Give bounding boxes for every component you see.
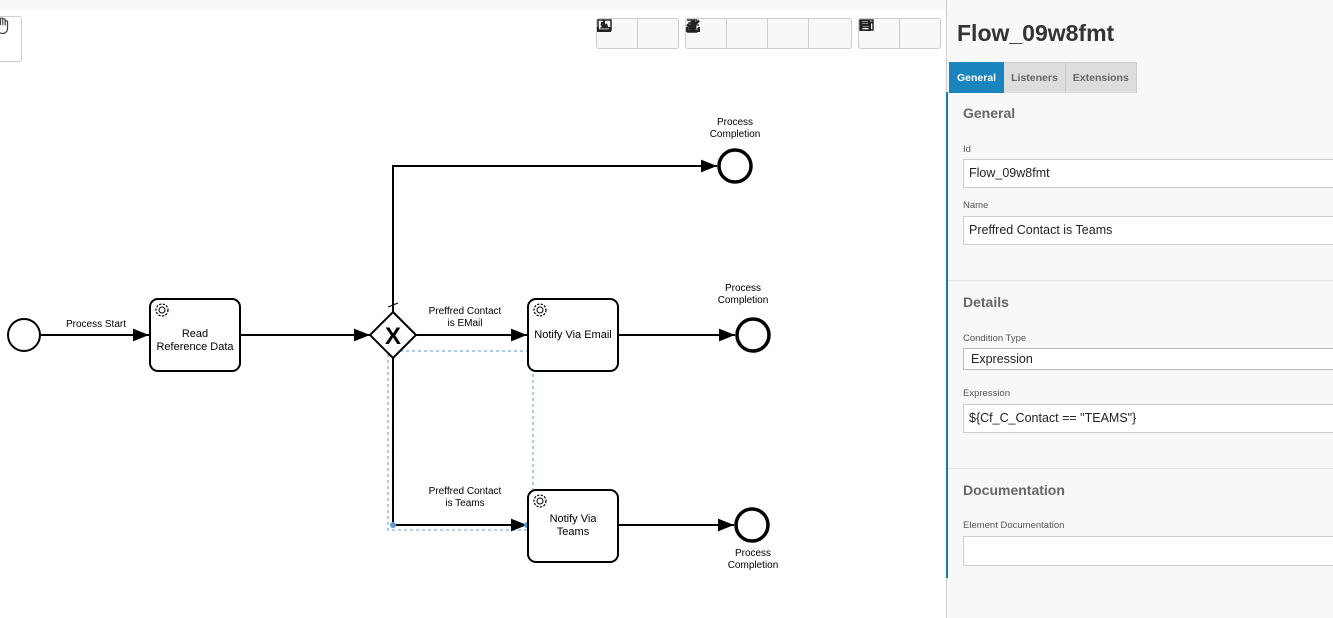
tab-general[interactable]: General: [949, 62, 1005, 93]
deploy-button[interactable]: [686, 19, 849, 48]
gateway-symbol: X: [385, 323, 401, 350]
flow-label-process-start: Process Start: [65, 319, 127, 330]
task-label-notify-email: Notify Via Email: [528, 320, 618, 350]
export-image-button[interactable]: [597, 19, 678, 48]
section-divider: [947, 280, 1333, 281]
element-documentation-field[interactable]: [963, 536, 1333, 566]
toolbar-group-tools: [685, 18, 852, 49]
toolbar-group-file: [858, 18, 941, 49]
section-documentation-heading: Documentation: [963, 482, 1065, 498]
condition-type-label: Condition Type: [963, 333, 1027, 344]
task-text: Notify Via Email: [534, 328, 612, 341]
end-event-top[interactable]: [717, 148, 753, 184]
task-text: Notify Via: [549, 513, 597, 525]
condition-type-select[interactable]: Expression: [963, 348, 1333, 370]
task-text: Teams: [556, 526, 590, 538]
end-label-top: Process Completion: [696, 117, 774, 141]
flow-label-email: Preffred Contact is EMail: [420, 306, 510, 330]
end-label-bottom: Process Completion: [714, 548, 792, 572]
panel-accent-line: [946, 92, 948, 578]
tab-listeners[interactable]: Listeners: [1004, 62, 1066, 93]
section-details-heading: Details: [963, 294, 1009, 310]
flow-gateway-to-top-end[interactable]: [392, 159, 717, 312]
end-label-middle: Process Completion: [704, 283, 782, 307]
flow-label-teams: Preffred Contact is Teams: [420, 486, 510, 510]
selection-handle[interactable]: [390, 522, 396, 528]
label-line: Preffred Contact: [428, 306, 502, 317]
task-text: Read Reference Data: [156, 328, 234, 353]
end-event-middle[interactable]: [735, 317, 771, 353]
hand-icon: [0, 17, 9, 35]
section-general-heading: General: [963, 105, 1016, 121]
element-documentation-label: Element Documentation: [963, 520, 1065, 531]
tab-extensions[interactable]: Extensions: [1065, 62, 1137, 93]
panel-title: Flow_09w8fmt: [957, 20, 1115, 46]
label-line: Process: [734, 548, 772, 559]
properties-panel: Flow_09w8fmt General Listeners Extension…: [946, 0, 1333, 618]
debug-button[interactable]: [687, 19, 809, 48]
hand-tool-button[interactable]: [0, 16, 22, 62]
id-label: Id: [963, 144, 971, 155]
end-event-bottom[interactable]: [734, 507, 770, 543]
start-event[interactable]: [7, 318, 41, 352]
list-icon: [859, 19, 874, 31]
properties-button[interactable]: [859, 19, 940, 48]
label-line: is Teams: [445, 498, 485, 509]
expression-field[interactable]: ${Cf_C_Contact == "TEAMS"}: [963, 404, 1333, 433]
bpmn-canvas[interactable]: X Process Start Read Reference Data Pref…: [0, 0, 946, 618]
label-line: Completion: [727, 560, 779, 571]
image-icon: [597, 19, 612, 31]
expression-label: Expression: [963, 388, 1010, 399]
panel-tabs: General Listeners Extensions: [949, 62, 1137, 93]
label-line: Process: [716, 117, 754, 128]
label-line: Completion: [709, 129, 761, 140]
toolbar-group-export: [596, 18, 679, 49]
label-line: is EMail: [447, 318, 483, 329]
name-label: Name: [963, 200, 989, 211]
layout-button[interactable]: [687, 19, 768, 48]
label-line: Preffred Contact: [428, 486, 502, 497]
label-line: Completion: [717, 295, 769, 306]
task-label-read-reference: Read Reference Data: [152, 318, 238, 364]
upload-icon: [686, 19, 700, 32]
label-line: Process: [724, 283, 762, 294]
task-label-notify-teams: Notify Via Teams: [528, 510, 618, 542]
section-divider: [947, 468, 1333, 469]
id-field[interactable]: Flow_09w8fmt: [963, 159, 1333, 188]
name-field[interactable]: Preffred Contact is Teams: [963, 216, 1333, 245]
